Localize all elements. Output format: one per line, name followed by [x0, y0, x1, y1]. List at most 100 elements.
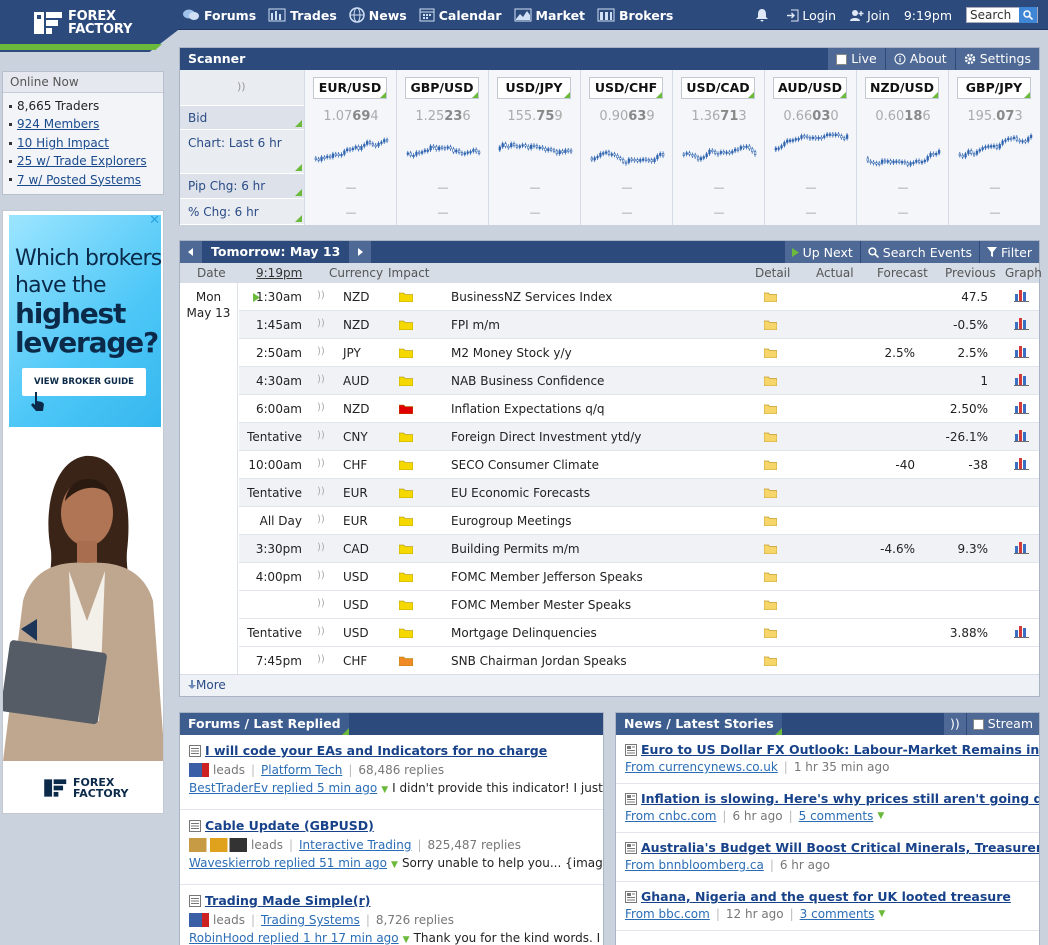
pair-button[interactable]: GBP/JPY: [957, 77, 1031, 99]
pair-column[interactable]: USD/CHF 0.90639 — —: [580, 70, 672, 225]
detail-folder-icon[interactable]: [764, 656, 777, 666]
login-link[interactable]: Login: [786, 8, 836, 23]
impact-folder-icon[interactable]: [399, 460, 413, 470]
nav-trades[interactable]: Trades: [268, 8, 337, 23]
detail-folder-icon[interactable]: [764, 404, 777, 414]
pair-column[interactable]: GBP/JPY 195.073 — —: [948, 70, 1040, 225]
story-title-link[interactable]: Ghana, Nigeria and the quest for UK loot…: [625, 889, 1039, 904]
nav-brokers[interactable]: Brokers: [597, 8, 673, 23]
last-reply-user-link[interactable]: Waveskierrob replied 51 min ago: [189, 856, 387, 870]
notifications-bell[interactable]: [755, 8, 772, 22]
scanner-sound-cell[interactable]: )): [180, 70, 304, 106]
sound-icon[interactable]: )): [237, 80, 246, 93]
event-alert-icon[interactable]: )): [317, 346, 325, 357]
pair-button[interactable]: EUR/USD: [313, 77, 387, 99]
thread-title-link[interactable]: Cable Update (GBPUSD): [189, 818, 603, 833]
online-trade-explorers-link[interactable]: 25 w/ Trade Explorers: [17, 152, 147, 170]
pair-column[interactable]: NZD/USD 0.60186 — —: [856, 70, 948, 225]
graph-icon[interactable]: [1014, 373, 1029, 386]
lead-avatars[interactable]: [189, 763, 209, 777]
detail-folder-icon[interactable]: [764, 572, 777, 582]
expand-arrow-icon[interactable]: ▼: [877, 811, 884, 821]
story-source-link[interactable]: From bnnbloomberg.ca: [625, 858, 764, 872]
event-alert-icon[interactable]: )): [317, 430, 325, 441]
event-title[interactable]: Eurogroup Meetings: [451, 514, 572, 528]
pair-button[interactable]: USD/JPY: [497, 77, 571, 99]
online-members[interactable]: 924 Members: [9, 115, 163, 133]
forum-thread[interactable]: Trading Made Simple(r) leads | Trading Syst…: [180, 885, 603, 945]
calendar-event-row[interactable]: 1:30am)) NZD BusinessNZ Services Index 47.5: [239, 283, 1039, 311]
live-checkbox[interactable]: [836, 53, 848, 65]
last-reply-user-link[interactable]: BestTraderEv replied 5 min ago: [189, 781, 377, 795]
pair-column[interactable]: EUR/USD 1.07694 — —: [304, 70, 396, 225]
event-title[interactable]: Foreign Direct Investment ytd/y: [451, 430, 641, 444]
pair-button[interactable]: NZD/USD: [865, 77, 939, 99]
event-title[interactable]: Building Permits m/m: [451, 542, 580, 556]
broker-ad[interactable]: ✕ Which brokers have the highest leverag…: [2, 210, 164, 814]
event-title[interactable]: Inflation Expectations q/q: [451, 402, 605, 416]
event-title[interactable]: SNB Chairman Jordan Speaks: [451, 654, 627, 668]
event-alert-icon[interactable]: )): [317, 374, 325, 385]
expand-arrow-icon[interactable]: ▼: [381, 785, 388, 795]
pair-column[interactable]: USD/JPY 155.759 — —: [488, 70, 580, 225]
event-title[interactable]: BusinessNZ Services Index: [451, 290, 612, 304]
event-title[interactable]: NAB Business Confidence: [451, 374, 604, 388]
pair-column[interactable]: USD/CAD 1.36713 — —: [672, 70, 764, 225]
impact-folder-icon[interactable]: [399, 544, 413, 554]
lead-avatars[interactable]: [189, 913, 209, 927]
pair-button[interactable]: USD/CAD: [681, 77, 755, 99]
event-title[interactable]: SECO Consumer Climate: [451, 458, 599, 472]
calendar-event-row[interactable]: 10:00am)) CHF SECO Consumer Climate -40 -38: [239, 451, 1039, 479]
graph-icon[interactable]: [1014, 457, 1029, 470]
graph-icon[interactable]: [1014, 345, 1029, 358]
graph-icon[interactable]: [1014, 429, 1029, 442]
impact-folder-icon[interactable]: [399, 376, 413, 386]
stream-toggle[interactable]: Stream: [965, 713, 1039, 735]
online-members-link[interactable]: 924 Members: [17, 115, 99, 133]
detail-folder-icon[interactable]: [764, 376, 777, 386]
event-title[interactable]: FOMC Member Mester Speaks: [451, 598, 631, 612]
event-alert-icon[interactable]: )): [317, 598, 325, 609]
search-button[interactable]: [1019, 7, 1037, 23]
calendar-event-row[interactable]: 4:30am)) AUD NAB Business Confidence 1: [239, 367, 1039, 395]
calendar-event-row[interactable]: 2:50am)) JPY M2 Money Stock y/y 2.5% 2.5%: [239, 339, 1039, 367]
news-story[interactable]: Euro to US Dollar FX Outlook: Labour-Mar…: [616, 735, 1039, 784]
event-alert-icon[interactable]: )): [317, 514, 325, 525]
more-events-link[interactable]: More: [180, 674, 1039, 696]
graph-icon[interactable]: [1014, 317, 1029, 330]
event-alert-icon[interactable]: )): [317, 458, 325, 469]
graph-icon[interactable]: [1014, 401, 1029, 414]
current-time[interactable]: 9:19pm: [904, 8, 952, 23]
calendar-event-row[interactable]: Tentative)) EUR EU Economic Forecasts: [239, 479, 1039, 507]
online-trade-explorers[interactable]: 25 w/ Trade Explorers: [9, 152, 163, 170]
event-alert-icon[interactable]: )): [317, 318, 325, 329]
nav-news[interactable]: News: [349, 7, 407, 23]
impact-folder-icon[interactable]: [399, 572, 413, 582]
event-alert-icon[interactable]: )): [317, 290, 325, 301]
event-alert-icon[interactable]: )): [317, 402, 325, 413]
graph-icon[interactable]: [1014, 625, 1029, 638]
event-alert-icon[interactable]: )): [317, 626, 325, 637]
story-title[interactable]: Ghana, Nigeria and the quest for UK loot…: [641, 889, 1011, 904]
impact-folder-icon[interactable]: [399, 488, 413, 498]
thread-title[interactable]: Trading Made Simple(r): [205, 893, 370, 908]
online-high-impact-link[interactable]: 10 High Impact: [17, 134, 109, 152]
story-title-link[interactable]: Australia's Budget Will Boost Critical M…: [625, 840, 1039, 855]
nav-calendar[interactable]: Calendar: [419, 8, 502, 23]
calendar-event-row[interactable]: All Day)) EUR Eurogroup Meetings: [239, 507, 1039, 535]
pair-button[interactable]: GBP/USD: [405, 77, 479, 99]
expand-arrow-icon[interactable]: ▼: [391, 860, 398, 870]
news-sound-toggle[interactable]: )): [943, 713, 966, 735]
impact-folder-icon[interactable]: [399, 432, 413, 442]
filter-button[interactable]: Filter: [979, 241, 1039, 263]
story-source-link[interactable]: From cnbc.com: [625, 809, 716, 823]
detail-folder-icon[interactable]: [764, 292, 777, 302]
impact-folder-icon[interactable]: [399, 628, 413, 638]
last-reply-user-link[interactable]: RobinHood replied 1 hr 17 min ago: [189, 931, 399, 945]
news-story[interactable]: Ghana, Nigeria and the quest for UK loot…: [616, 882, 1039, 931]
impact-folder-icon[interactable]: [399, 404, 413, 414]
nav-forums[interactable]: Forums: [182, 8, 256, 23]
pair-column[interactable]: AUD/USD 0.66030 — —: [764, 70, 856, 225]
story-comments-link[interactable]: 3 comments: [800, 907, 875, 921]
expand-arrow-icon[interactable]: ▼: [878, 909, 885, 919]
